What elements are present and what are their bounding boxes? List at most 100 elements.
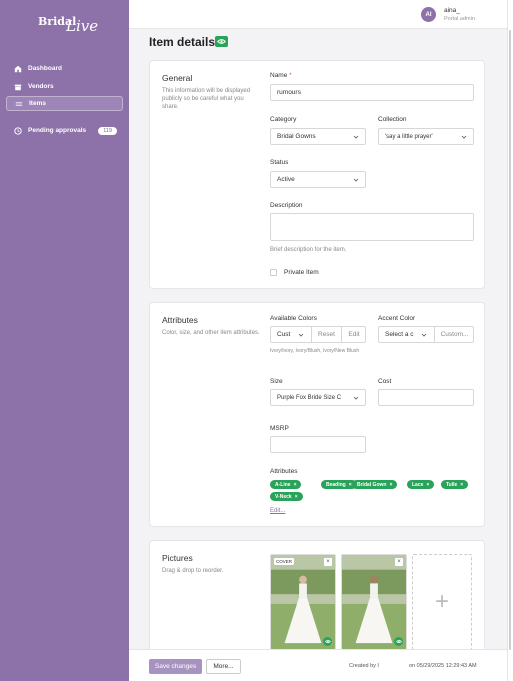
close-icon[interactable]: × bbox=[395, 558, 403, 566]
attribute-tag[interactable]: Lace × bbox=[407, 480, 435, 489]
attributes-card: Attributes Color, size, and other item a… bbox=[149, 302, 485, 527]
msrp-label: MSRP bbox=[270, 425, 289, 432]
accent-color-label: Accent Color bbox=[378, 315, 416, 322]
required-marker: * bbox=[289, 72, 292, 79]
collection-value: 'say a little prayer' bbox=[385, 133, 433, 140]
add-picture-button[interactable]: + bbox=[412, 554, 472, 650]
pictures-card: Pictures Drag & drop to reorder. COVER ×… bbox=[149, 540, 485, 660]
created-on: on 05/29/2025 12:29:43 AM bbox=[409, 663, 477, 669]
attribute-tag[interactable]: A-Line × bbox=[270, 480, 302, 489]
sidebar-item-label: Items bbox=[29, 100, 46, 107]
remove-tag-icon[interactable]: × bbox=[426, 482, 429, 488]
avatar[interactable]: AI bbox=[421, 7, 436, 22]
user-role: Portal admin bbox=[444, 16, 475, 22]
sidebar-item-pending-approvals[interactable]: Pending approvals 119 bbox=[6, 123, 123, 138]
home-icon bbox=[14, 65, 22, 72]
sidebar-item-vendors[interactable]: Vendors bbox=[6, 79, 123, 94]
save-button[interactable]: Save changes bbox=[149, 659, 202, 674]
tags-icon bbox=[15, 101, 23, 106]
reset-colors-button[interactable]: Reset bbox=[311, 326, 341, 343]
available-colors-label: Available Colors bbox=[270, 315, 317, 322]
created-by: Created by I bbox=[349, 663, 379, 669]
visibility-toggle[interactable] bbox=[394, 637, 403, 646]
eye-icon bbox=[395, 639, 402, 644]
available-colors-select[interactable]: Cust bbox=[277, 331, 290, 338]
chevron-down-icon bbox=[353, 396, 359, 400]
description-label: Description bbox=[270, 202, 303, 209]
sidebar-item-label: Pending approvals bbox=[28, 127, 87, 134]
description-help: Brief description for the item. bbox=[270, 247, 347, 253]
remove-tag-icon[interactable]: × bbox=[295, 494, 298, 500]
category-select[interactable]: Bridal Gowns bbox=[270, 128, 366, 145]
close-icon[interactable]: × bbox=[324, 558, 332, 566]
edit-attributes-link[interactable]: Edit... bbox=[270, 508, 285, 514]
category-value: Bridal Gowns bbox=[277, 133, 316, 140]
status-select[interactable]: Active bbox=[270, 171, 366, 188]
private-item-label: Private Item bbox=[284, 269, 319, 276]
name-label: Name * bbox=[270, 72, 292, 79]
pictures-title: Pictures bbox=[162, 553, 193, 563]
remove-tag-icon[interactable]: × bbox=[389, 482, 392, 488]
sidebar-item-items[interactable]: Items bbox=[6, 96, 123, 111]
footer-bar: Save changes More... Created by I on 05/… bbox=[129, 649, 507, 681]
general-description: This information will be displayed publi… bbox=[162, 88, 251, 110]
attribute-tag[interactable]: Bridal Gown × bbox=[352, 480, 398, 489]
sidebar-item-dashboard[interactable]: Dashboard bbox=[6, 61, 123, 76]
accent-color-group: Select a c Custom... bbox=[378, 326, 474, 343]
picture-thumbnail[interactable]: × bbox=[341, 554, 407, 650]
eye-icon bbox=[324, 639, 331, 644]
cover-label: COVER bbox=[274, 558, 295, 565]
scrollbar-thumb[interactable] bbox=[509, 30, 511, 650]
remove-tag-icon[interactable]: × bbox=[294, 482, 297, 488]
pictures-description: Drag & drop to reorder. bbox=[162, 568, 224, 574]
bride-photo bbox=[342, 555, 406, 649]
sidebar-item-label: Vendors bbox=[28, 83, 54, 90]
attribute-tag[interactable]: Tulle × bbox=[441, 480, 469, 489]
description-textarea[interactable] bbox=[270, 213, 474, 241]
attribute-tag[interactable]: V-Neck × bbox=[270, 492, 303, 501]
msrp-input[interactable] bbox=[270, 436, 366, 453]
sidebar: Bridal Live Dashboard Vendors Items Pend… bbox=[0, 0, 129, 681]
top-bar: AI aina_ Portal admin bbox=[129, 0, 507, 29]
attributes-title: Attributes bbox=[162, 315, 198, 325]
pending-count-badge: 119 bbox=[98, 126, 117, 135]
store-icon bbox=[14, 84, 22, 90]
status-value: Active bbox=[277, 176, 295, 183]
edit-colors-button[interactable]: Edit bbox=[341, 326, 366, 343]
category-label: Category bbox=[270, 116, 297, 123]
accent-color-select[interactable]: Select a c bbox=[385, 331, 414, 338]
name-input[interactable]: rumours bbox=[270, 84, 474, 101]
visibility-toggle[interactable] bbox=[215, 36, 228, 47]
cost-input[interactable] bbox=[378, 389, 474, 406]
visibility-toggle[interactable] bbox=[323, 637, 332, 646]
attributes-tags-label: Attributes bbox=[270, 468, 298, 475]
chevron-down-icon bbox=[298, 333, 304, 337]
custom-accent-button[interactable]: Custom... bbox=[434, 326, 474, 343]
size-value: Purple Fox Bride Size C bbox=[277, 394, 342, 401]
bridal-live-logo[interactable]: Bridal Live bbox=[36, 10, 99, 40]
status-label: Status bbox=[270, 159, 289, 166]
chevron-down-icon bbox=[353, 135, 359, 139]
chevron-down-icon bbox=[353, 178, 359, 182]
available-colors-group: Cust Reset Edit bbox=[270, 326, 366, 343]
collection-select[interactable]: 'say a little prayer' bbox=[378, 128, 474, 145]
bride-photo bbox=[271, 555, 335, 649]
size-select[interactable]: Purple Fox Bride Size C bbox=[270, 389, 366, 406]
general-title: General bbox=[162, 73, 193, 83]
more-button[interactable]: More... bbox=[206, 659, 241, 674]
chevron-down-icon bbox=[421, 333, 427, 337]
attributes-description: Color, size, and other item attributes. bbox=[162, 330, 260, 336]
general-card: General This information will be display… bbox=[149, 60, 485, 289]
available-colors-help: Ivory/Ivory, Ivory/Blush, Ivory/New Blus… bbox=[270, 348, 360, 354]
cost-label: Cost bbox=[378, 378, 392, 385]
eye-icon bbox=[217, 39, 226, 44]
user-name[interactable]: aina_ bbox=[444, 7, 460, 14]
page-title: Item details bbox=[149, 35, 216, 49]
private-item-checkbox[interactable] bbox=[270, 269, 277, 276]
picture-thumbnail[interactable]: COVER × bbox=[270, 554, 336, 650]
remove-tag-icon[interactable]: × bbox=[460, 482, 463, 488]
logo-live-text: Live bbox=[66, 17, 99, 35]
sidebar-item-label: Dashboard bbox=[28, 65, 62, 72]
collection-label: Collection bbox=[378, 116, 407, 123]
size-label: Size bbox=[270, 378, 283, 385]
